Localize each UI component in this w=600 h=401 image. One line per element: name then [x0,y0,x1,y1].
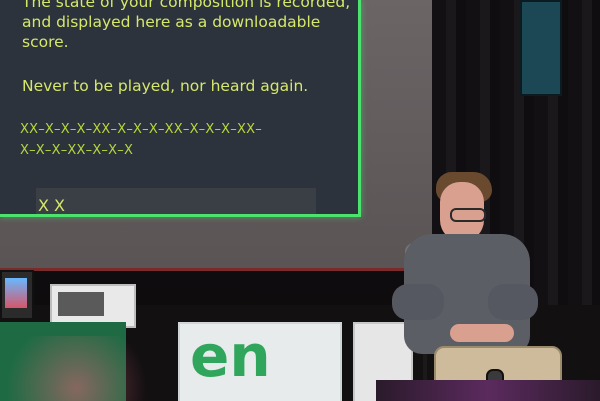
performance-photo: The state of your composition is recorde… [0,0,600,401]
projected-slide: The state of your composition is recorde… [0,0,361,217]
hands [450,324,514,342]
table-cloth [376,380,600,401]
inset-mark: X X [38,196,66,215]
small-tv [0,270,34,320]
wall-speaker [520,0,562,96]
microwave-window [58,292,104,316]
slide-line-3: score. [22,33,69,51]
slide-line-4: Never to be played, nor heard again. [22,77,309,95]
glasses [450,208,486,222]
tv-screen [5,278,27,308]
right-arm [488,284,538,320]
slide-line-2: and displayed here as a downloadable [22,13,321,31]
white-box-lettering: en [190,322,271,390]
foreground-blur [0,336,170,401]
score-line-2: X–X–X–XX–X–X–X [20,143,134,158]
score-line-1: XX–X–X–X–XX–X–X–X–XX–X–X–X–XX– [20,122,262,137]
slide-inset-panel [36,188,316,214]
slide-line-1: The state of your composition is recorde… [22,0,351,11]
left-arm [392,284,444,320]
